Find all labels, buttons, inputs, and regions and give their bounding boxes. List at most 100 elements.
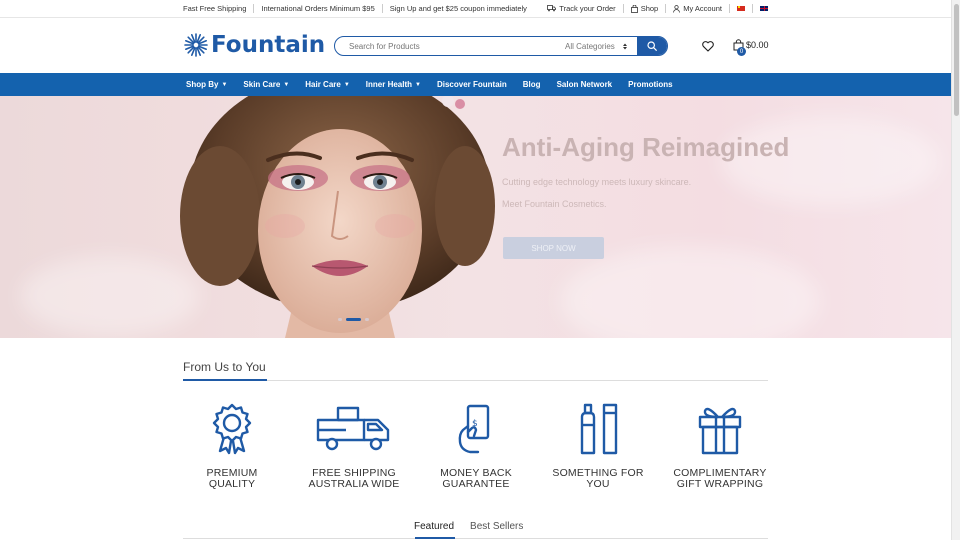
hero-slider[interactable]: Anti-Aging Reimagined Cutting edge techn…	[0, 96, 951, 338]
chevron-down-icon: ▼	[343, 81, 350, 88]
scrollbar-thumb[interactable]	[954, 4, 959, 116]
shop-link[interactable]: Shop	[630, 4, 659, 13]
feature-gift-wrapping: COMPLIMENTARY GIFT WRAPPING	[660, 400, 780, 490]
hero-subtitle: Cutting edge technology meets luxury ski…	[502, 177, 692, 187]
category-select-value: All Categories	[565, 41, 615, 51]
heart-icon	[702, 41, 714, 52]
promo-international: International Orders Minimum $95	[261, 4, 375, 13]
nav-item-blog[interactable]: Blog	[523, 80, 541, 89]
nav-item-hair-care[interactable]: Hair Care ▼	[305, 80, 350, 89]
nav-item-discover-fountain[interactable]: Discover Fountain	[437, 80, 507, 89]
feature-free-shipping: FREE SHIPPING AUSTRALIA WIDE	[294, 400, 414, 490]
my-account-link[interactable]: My Account	[673, 4, 722, 13]
user-icon	[673, 4, 681, 13]
nav-item-shop-by[interactable]: Shop By ▼	[186, 80, 227, 89]
nav-item-label: Promotions	[628, 80, 673, 89]
track-order-label: Track your Order	[559, 4, 616, 13]
tab-featured[interactable]: Featured	[414, 521, 454, 532]
cloud-decoration	[20, 256, 200, 336]
cloud-decoration	[560, 246, 820, 338]
feature-label-line: AUSTRALIA WIDE	[308, 478, 400, 490]
shopping-bag-icon	[630, 4, 638, 13]
promo-signup[interactable]: Sign Up and get $25 coupon immediately	[390, 4, 527, 13]
hero-title: Anti-Aging Reimagined	[502, 132, 790, 162]
search-bar: All Categories	[334, 36, 668, 56]
page-scrollbar[interactable]	[951, 0, 960, 540]
select-arrows-icon	[623, 43, 627, 49]
section-underline-accent	[183, 379, 267, 381]
site-header: Fountain All Categories 0 $0.00	[0, 19, 951, 73]
feature-label: SOMETHING FOR YOU	[538, 468, 658, 490]
feature-label-line: GIFT WRAPPING	[676, 478, 764, 490]
hero-subtitle: Meet Fountain Cosmetics.	[502, 199, 607, 209]
divider	[253, 4, 255, 13]
nav-item-label: Salon Network	[556, 80, 613, 89]
cart-total: $0.00	[746, 40, 769, 50]
nav-item-label: Shop By	[186, 80, 219, 89]
search-button[interactable]	[637, 37, 667, 55]
tab-best-sellers[interactable]: Best Sellers	[470, 521, 523, 532]
cosmetic-bottles-icon	[580, 403, 618, 455]
feature-label-line: QUALITY	[208, 478, 256, 490]
search-input[interactable]	[335, 37, 557, 55]
nav-item-inner-health[interactable]: Inner Health ▼	[366, 80, 421, 89]
feature-label-line: YOU	[586, 478, 610, 490]
fountain-logo-icon	[184, 33, 208, 57]
feature-label: COMPLIMENTARY GIFT WRAPPING	[660, 468, 780, 490]
feature-premium-quality: PREMIUM QUALITY	[172, 400, 292, 490]
divider	[381, 4, 383, 13]
my-account-label: My Account	[683, 4, 722, 13]
chevron-down-icon: ▼	[221, 81, 228, 88]
tabs-divider	[183, 537, 768, 539]
nav-item-salon-network[interactable]: Salon Network	[557, 80, 613, 89]
divider	[665, 4, 667, 13]
delivery-truck-icon	[316, 406, 390, 451]
divider	[729, 4, 730, 13]
divider	[752, 4, 753, 13]
cart-count-badge: 0	[737, 47, 746, 56]
award-ribbon-icon	[212, 403, 252, 455]
shop-now-button[interactable]: SHOP NOW	[503, 237, 604, 259]
nav-item-label: Blog	[522, 80, 541, 89]
nav-item-label: Skin Care	[243, 80, 281, 89]
search-icon	[647, 41, 657, 51]
gift-box-icon	[698, 407, 742, 455]
nav-item-skin-care[interactable]: Skin Care ▼	[243, 80, 289, 89]
shop-label: Shop	[640, 4, 659, 13]
section-divider	[183, 379, 768, 381]
main-nav: Shop By ▼ Skin Care ▼ Hair Care ▼ Inner Hea…	[0, 73, 951, 96]
chevron-down-icon: ▼	[283, 81, 290, 88]
nav-item-promotions[interactable]: Promotions	[628, 80, 672, 89]
feature-label-line: GUARANTEE	[442, 478, 510, 490]
feature-label: MONEY BACK GUARANTEE	[416, 468, 536, 490]
money-back-hand-icon: $	[458, 404, 490, 454]
top-links: Track your Order Shop My Account	[547, 4, 768, 13]
chevron-down-icon: ▼	[415, 81, 421, 88]
nav-item-label: Inner Health	[365, 80, 413, 89]
wishlist-button[interactable]	[702, 39, 714, 57]
slider-pagination	[338, 318, 369, 321]
feature-label: FREE SHIPPING AUSTRALIA WIDE	[294, 468, 414, 490]
section-title: From Us to You	[183, 360, 266, 374]
divider	[622, 4, 624, 13]
feature-label: PREMIUM QUALITY	[172, 468, 292, 490]
logo-text: Fountain	[211, 32, 326, 58]
category-select[interactable]: All Categories	[557, 37, 637, 55]
slider-dot-active[interactable]	[346, 318, 361, 321]
logo[interactable]: Fountain	[184, 32, 325, 58]
cart-button[interactable]: 0 $0.00	[733, 39, 769, 56]
flag-cn-icon[interactable]	[737, 6, 745, 11]
active-tab-indicator	[415, 537, 455, 539]
promo-strip: Fast Free Shipping International Orders …	[183, 4, 527, 13]
top-bar: Fast Free Shipping International Orders …	[0, 0, 951, 18]
nav-item-label: Discover Fountain	[436, 80, 507, 89]
model-portrait-image	[180, 96, 495, 338]
nav-item-label: Hair Care	[305, 80, 341, 89]
slider-dot[interactable]	[338, 318, 342, 321]
promo-free-shipping: Fast Free Shipping	[183, 4, 247, 13]
slider-dot[interactable]	[365, 318, 369, 321]
track-order-link[interactable]: Track your Order	[547, 4, 616, 13]
flag-uk-icon[interactable]	[760, 6, 768, 11]
product-tabs: Featured Best Sellers	[414, 521, 523, 532]
truck-icon	[547, 5, 557, 12]
